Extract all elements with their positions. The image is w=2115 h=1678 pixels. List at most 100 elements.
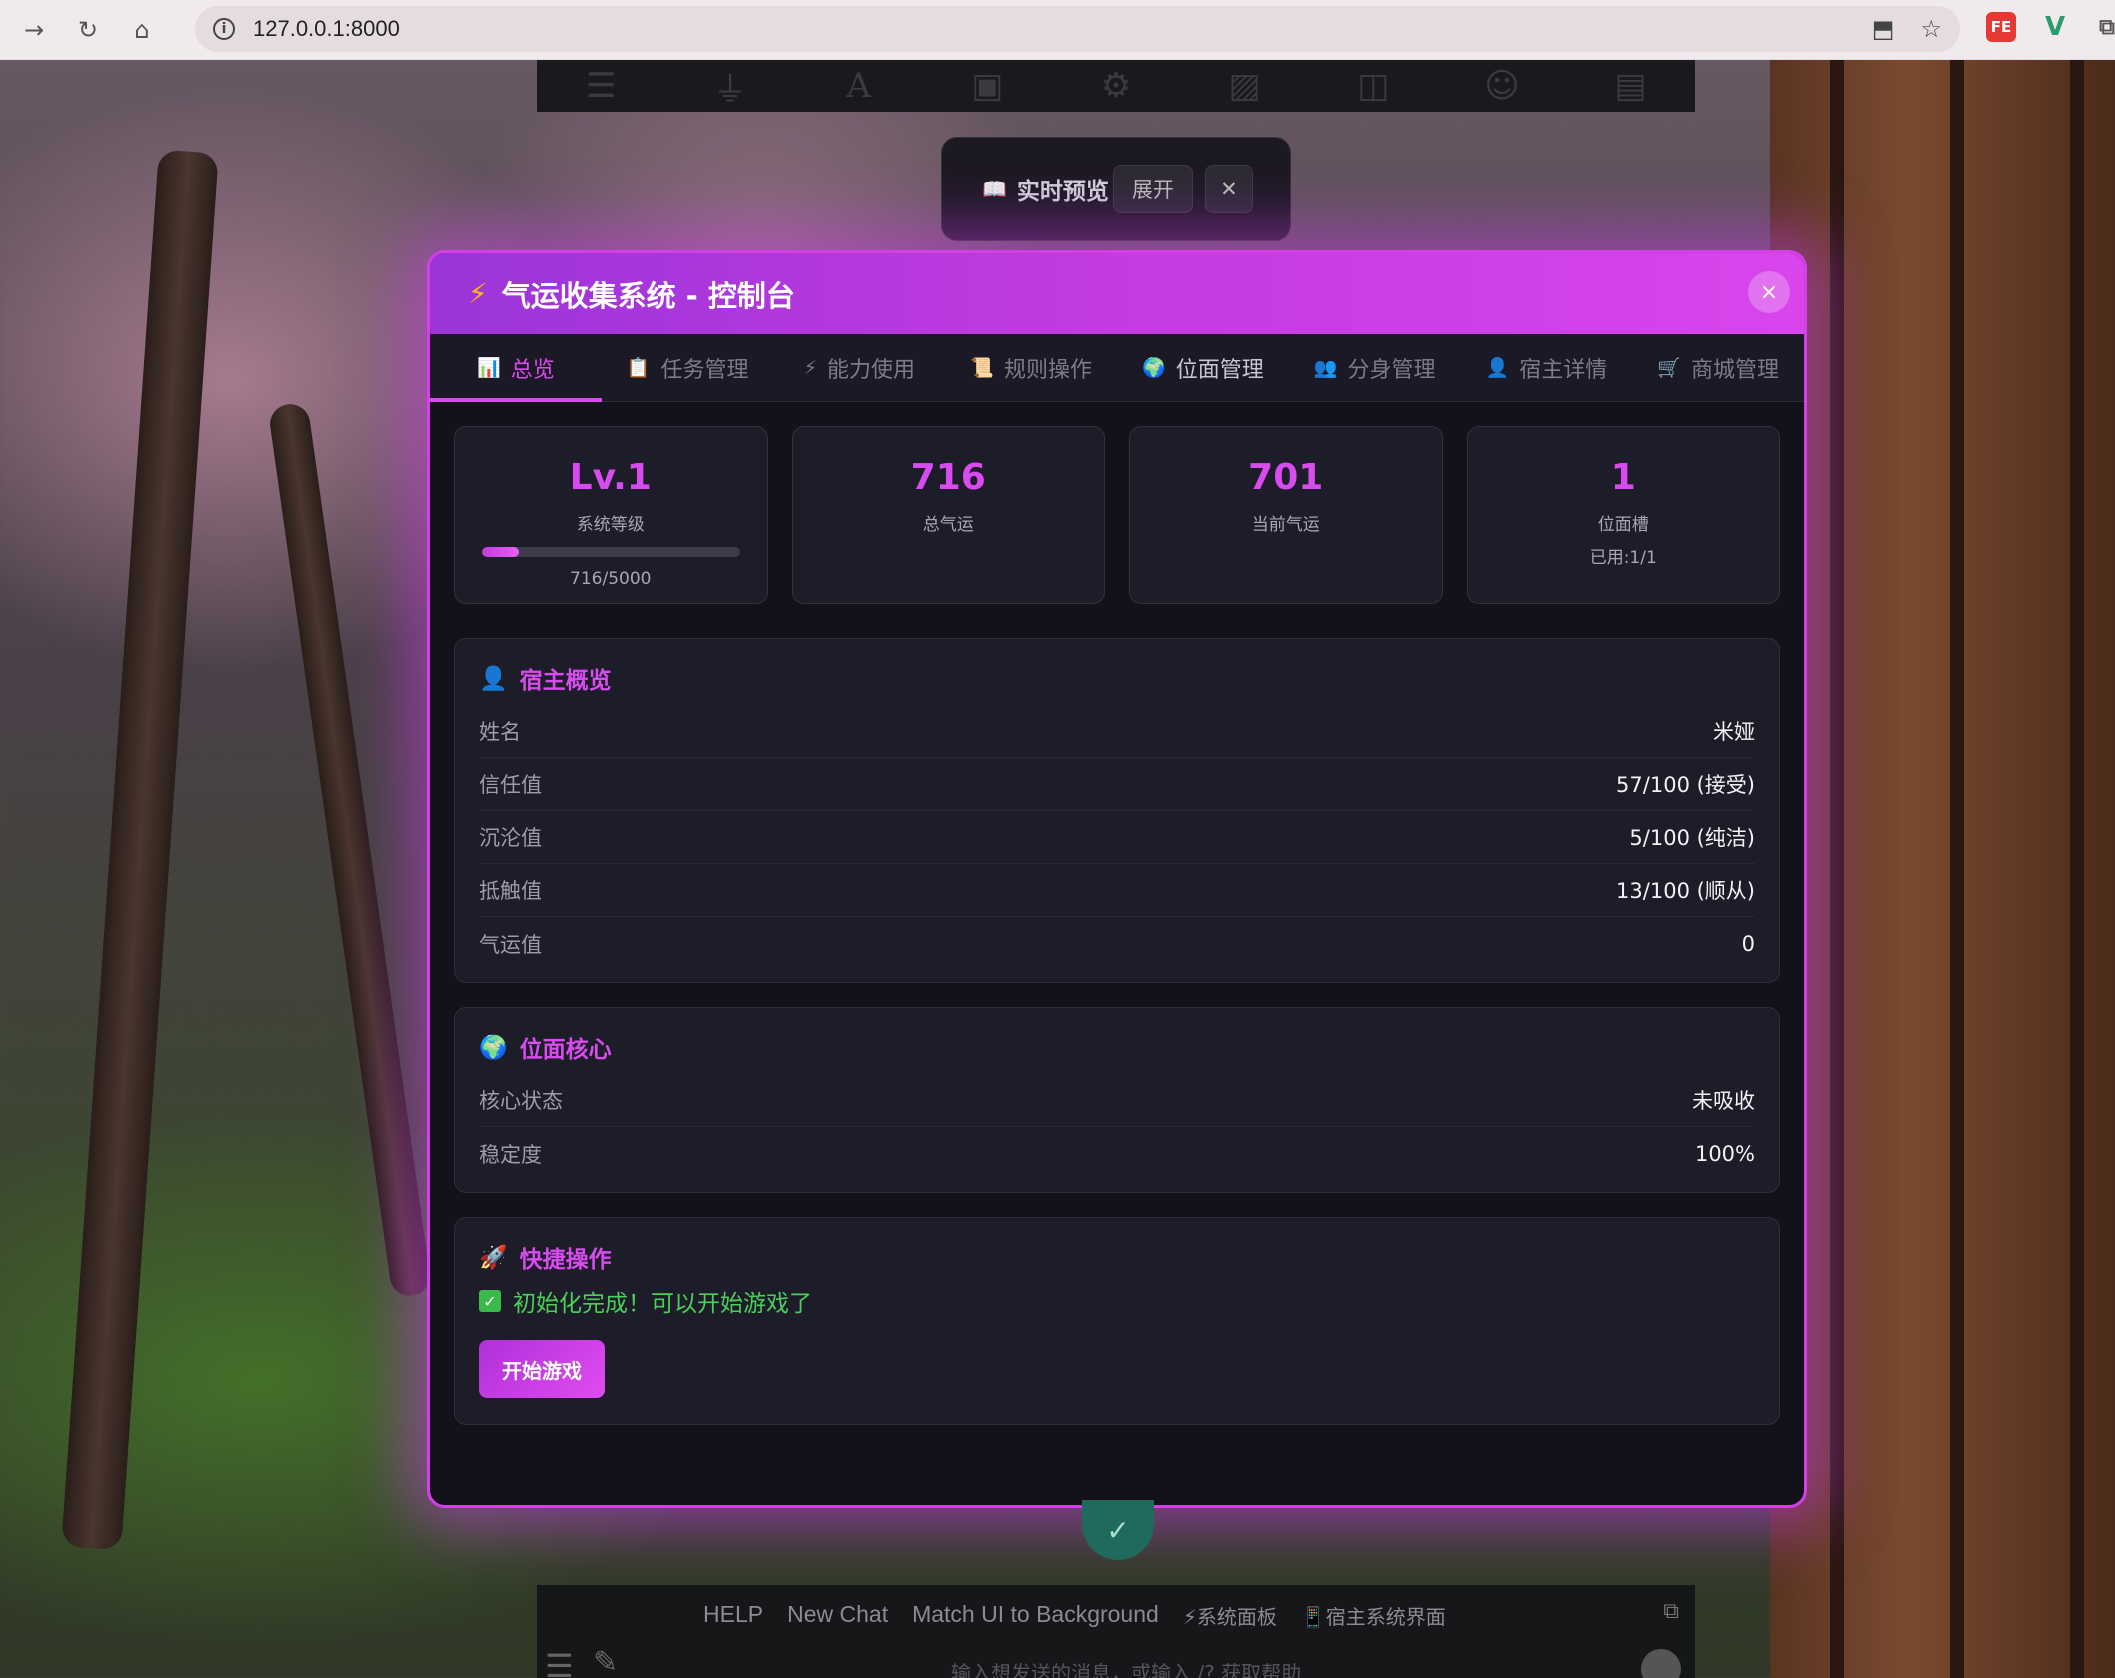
tab-shop[interactable]: 🛒 商城管理 — [1632, 334, 1804, 401]
extension-fe-icon[interactable]: FE — [1986, 12, 2016, 42]
host-row-luck: 气运值 0 — [479, 917, 1755, 970]
font-icon[interactable]: A — [836, 66, 882, 106]
total-luck-label: 总气运 — [922, 515, 974, 535]
core-row-status: 核心状态 未吸收 — [479, 1074, 1755, 1127]
extension-vue-icon[interactable]: V — [2040, 12, 2070, 42]
level-progress-bar — [481, 547, 740, 557]
host-row-trust: 信任值 57/100 (接受) — [479, 758, 1755, 811]
sliders-icon[interactable]: ☰ — [578, 66, 624, 106]
help-link[interactable]: HELP — [703, 1601, 763, 1630]
row-value: 57/100 (接受) — [1616, 773, 1755, 797]
tab-label: 宿主详情 — [1519, 357, 1608, 383]
confirm-fab-button[interactable]: ✓ — [1082, 1500, 1154, 1560]
start-game-button[interactable]: 开始游戏 — [479, 1340, 605, 1398]
tab-tasks[interactable]: 📋 任务管理 — [602, 334, 774, 401]
window-icon[interactable]: ⧉ — [1663, 1599, 1679, 1624]
scroll-icon: 📜 — [970, 357, 994, 379]
init-status: ✓ 初始化完成！可以开始游戏了 — [479, 1284, 1755, 1318]
preview-close-button[interactable]: ✕ — [1204, 165, 1253, 213]
level-progress-text: 716/5000 — [570, 569, 652, 589]
preview-expand-button[interactable]: 展开 — [1112, 165, 1193, 213]
new-chat-link[interactable]: New Chat — [787, 1601, 888, 1630]
init-status-text: 初始化完成！可以开始游戏了 — [513, 1291, 812, 1317]
overview-content: Lv.1 系统等级 716/5000 716 总气运 701 当前气运 1 位面… — [430, 402, 1804, 1473]
modal-title: 气运收集系统 - 控制台 — [501, 278, 795, 313]
match-ui-link[interactable]: Match UI to Background — [912, 1601, 1159, 1630]
site-info-icon[interactable]: i — [213, 18, 235, 40]
row-value: 未吸收 — [1692, 1089, 1755, 1113]
clipboard-icon: 📋 — [626, 357, 651, 379]
cubes-icon[interactable]: ◫ — [1350, 66, 1396, 106]
row-key: 姓名 — [479, 720, 521, 744]
plane-slot-usage: 已用:1/1 — [1589, 548, 1657, 568]
checkmark-icon: ✓ — [479, 1290, 501, 1312]
check-icon: ✓ — [1106, 1513, 1130, 1547]
reload-icon[interactable]: ↻ — [68, 10, 108, 50]
extensions-puzzle-icon[interactable]: ⧉ — [2092, 12, 2115, 42]
lightning-icon: ⚡ — [803, 356, 818, 379]
users-icon: 👥 — [1313, 357, 1338, 379]
core-row-stability: 稳定度 100% — [479, 1127, 1755, 1180]
quick-actions-panel: 🚀 快捷操作 ✓ 初始化完成！可以开始游戏了 开始游戏 — [454, 1217, 1780, 1425]
user-icon: 👤 — [1485, 357, 1510, 379]
plug-icon[interactable]: ⏚ — [707, 66, 753, 110]
host-row-corruption: 沉沦值 5/100 (纯洁) — [479, 811, 1755, 864]
row-key: 沉沦值 — [479, 826, 542, 850]
stat-card-total-luck: 716 总气运 — [791, 426, 1105, 604]
row-key: 气运值 — [479, 932, 542, 957]
stat-card-current-luck: 701 当前气运 — [1129, 426, 1443, 604]
book-globe-icon[interactable]: ▣ — [964, 66, 1010, 106]
url-text[interactable]: 127.0.0.1:8000 — [253, 16, 400, 42]
level-progress-fill — [481, 547, 519, 557]
home-icon[interactable]: ⌂ — [122, 10, 162, 50]
magic-wand-icon[interactable]: ✎ — [593, 1645, 618, 1678]
row-key: 稳定度 — [479, 1142, 542, 1167]
install-app-icon[interactable]: ⬒ — [1872, 15, 1895, 43]
stat-card-level: Lv.1 系统等级 716/5000 — [454, 426, 768, 604]
row-value: 100% — [1694, 1141, 1755, 1166]
row-key: 抵触值 — [479, 879, 542, 903]
level-value: Lv.1 — [569, 457, 652, 498]
background-tree-trunk — [267, 401, 433, 1299]
tab-planes[interactable]: 🌍 位面管理 — [1117, 334, 1289, 401]
plane-slot-value: 1 — [1610, 457, 1636, 498]
smile-icon[interactable]: ☺ — [1479, 66, 1525, 106]
total-luck-value: 716 — [910, 457, 986, 498]
system-panel-link[interactable]: ⚡系统面板 — [1183, 1601, 1277, 1630]
modal-close-button[interactable]: × — [1748, 271, 1790, 313]
row-value: 13/100 (顺从) — [1616, 879, 1755, 903]
tab-clones[interactable]: 👥 分身管理 — [1289, 334, 1461, 401]
cart-icon: 🛒 — [1657, 357, 1681, 379]
tab-label: 分身管理 — [1347, 357, 1436, 383]
bookmark-star-icon[interactable]: ☆ — [1920, 15, 1942, 43]
plane-slot-label: 位面槽 — [1597, 515, 1649, 535]
level-label: 系统等级 — [576, 515, 645, 535]
globe-icon: 🌍 — [1142, 357, 1166, 379]
forward-icon[interactable]: → — [14, 10, 54, 50]
tab-abilities[interactable]: ⚡ 能力使用 — [774, 334, 946, 401]
user-icon: 👤 — [479, 665, 508, 692]
tab-label: 能力使用 — [827, 357, 916, 383]
tab-label: 规则操作 — [1003, 357, 1092, 383]
address-bar[interactable]: i 127.0.0.1:8000 ⬒ ☆ — [195, 6, 1960, 52]
preview-title: 实时预览 — [1016, 179, 1109, 205]
rocket-icon: 🚀 — [479, 1244, 508, 1271]
current-luck-label: 当前气运 — [1251, 515, 1320, 535]
send-icon[interactable] — [1641, 1649, 1681, 1678]
id-card-icon[interactable]: ▤ — [1608, 66, 1654, 106]
host-overview-panel: 👤 宿主概览 姓名 米娅 信任值 57/100 (接受) 沉沦值 5/100 (纯洁)… — [454, 638, 1780, 983]
stat-card-plane-slot: 1 位面槽 已用:1/1 — [1466, 426, 1780, 604]
book-icon: 📖 — [982, 177, 1007, 201]
tab-rules[interactable]: 📜 规则操作 — [945, 334, 1117, 401]
tab-label: 总览 — [510, 357, 555, 383]
tab-host-details[interactable]: 👤 宿主详情 — [1461, 334, 1633, 401]
image-icon[interactable]: ▨ — [1222, 66, 1268, 106]
plane-core-panel: 🌍 位面核心 核心状态 未吸收 稳定度 100% — [454, 1007, 1780, 1193]
tab-overview[interactable]: 📊 总览 — [430, 334, 602, 402]
background-tree-trunk — [61, 149, 219, 1551]
menu-icon[interactable]: ☰ — [545, 1647, 574, 1678]
user-cog-icon[interactable]: ⚙ — [1093, 66, 1139, 106]
quick-links: HELP New Chat Match UI to Background ⚡系统… — [703, 1601, 1446, 1630]
host-system-link[interactable]: 📱宿主系统界面 — [1301, 1601, 1446, 1630]
chat-input[interactable]: 输入想发送的消息，或输入 /? 获取帮助 — [951, 1657, 1301, 1678]
